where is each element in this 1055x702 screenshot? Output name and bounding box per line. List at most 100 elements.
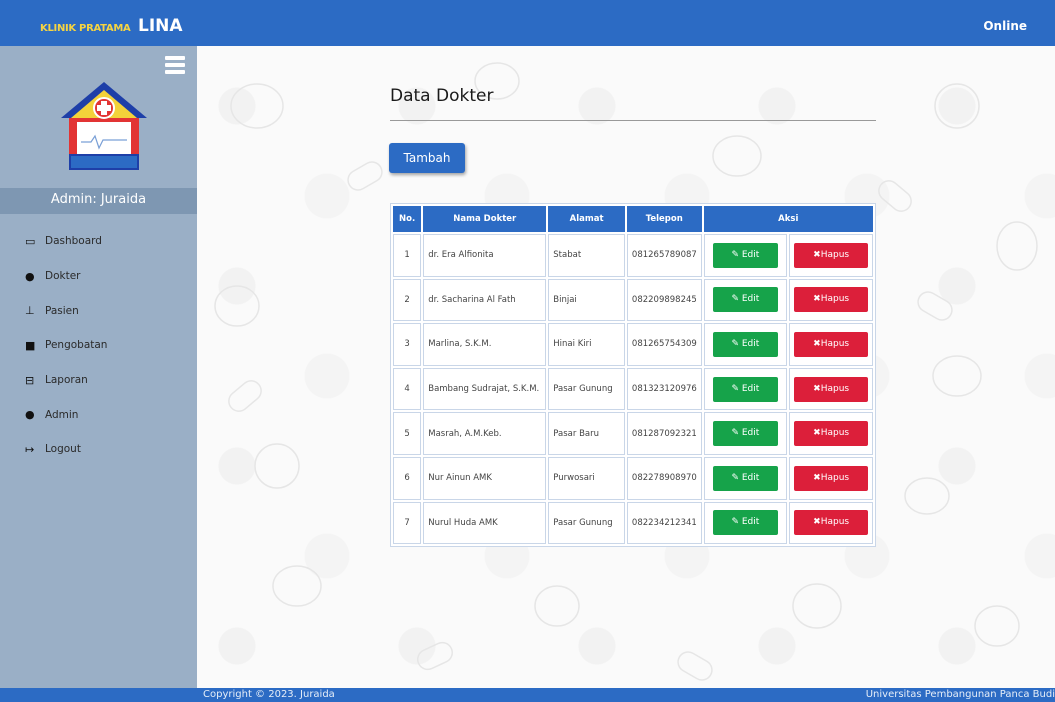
delete-button[interactable]: ✖Hapus: [794, 287, 869, 313]
edit-button[interactable]: ✎ Edit: [712, 510, 778, 536]
close-icon: ✖: [813, 249, 821, 260]
logout-icon: ↦: [25, 442, 35, 456]
medicine-icon: ■: [25, 338, 36, 352]
doctor-phone: 082234212341: [626, 501, 702, 545]
sidebar-item-admin[interactable]: ● Admin: [0, 397, 197, 432]
main-content: Data Dokter Tambah No. Nama Dokter Alama…: [197, 46, 1055, 688]
hamburger-menu-icon[interactable]: [165, 56, 185, 74]
delete-cell: ✖Hapus: [789, 456, 873, 500]
top-navbar: KLINIK PRATAMA LINA Online: [0, 0, 1055, 46]
table-row: 5 Masrah, A.M.Keb. Pasar Baru 0812870923…: [393, 412, 873, 455]
doctor-name: dr. Sacharina Al Fath: [423, 278, 547, 322]
doctor-address: Purwosari: [548, 456, 625, 500]
edit-icon: ✎: [731, 428, 742, 439]
row-number: 2: [393, 278, 422, 322]
edit-button[interactable]: ✎ Edit: [712, 287, 778, 313]
sidebar-footer: [0, 688, 197, 702]
close-icon: ✖: [813, 517, 821, 528]
copyright-text: Copyright © 2023. Juraida: [203, 689, 335, 700]
add-doctor-button[interactable]: Tambah: [389, 143, 465, 173]
edit-label: Edit: [741, 472, 760, 483]
delete-cell: ✖Hapus: [789, 412, 873, 455]
delete-button[interactable]: ✖Hapus: [794, 421, 869, 447]
edit-cell: ✎ Edit: [703, 412, 788, 455]
delete-cell: ✖Hapus: [789, 501, 873, 545]
doctor-name: Bambang Sudrajat, S.K.M.: [423, 367, 547, 411]
sidebar-item-dokter[interactable]: ● Dokter: [0, 259, 197, 294]
edit-button[interactable]: ✎ Edit: [712, 421, 778, 447]
row-number: 7: [393, 501, 422, 545]
sidebar-item-dashboard[interactable]: ▭ Dashboard: [0, 224, 197, 259]
edit-label: Edit: [741, 249, 760, 260]
row-number: 5: [393, 412, 422, 455]
user-icon: ●: [25, 408, 35, 422]
table-header-row: No. Nama Dokter Alamat Telepon Aksi: [393, 206, 873, 232]
footer: Copyright © 2023. Juraida Universitas Pe…: [197, 688, 1055, 702]
delete-button[interactable]: ✖Hapus: [794, 376, 869, 402]
edit-button[interactable]: ✎ Edit: [712, 242, 778, 268]
sidebar-item-laporan[interactable]: ⊟ Laporan: [0, 363, 197, 398]
edit-button[interactable]: ✎ Edit: [712, 465, 778, 491]
edit-icon: ✎: [731, 338, 742, 349]
delete-cell: ✖Hapus: [789, 234, 873, 277]
delete-cell: ✖Hapus: [789, 323, 873, 366]
table-row: 3 Marlina, S.K.M. Hinai Kiri 08126575430…: [393, 323, 873, 366]
edit-cell: ✎ Edit: [703, 234, 788, 277]
doctor-name: Marlina, S.K.M.: [423, 323, 547, 366]
column-header-aksi: Aksi: [703, 206, 873, 232]
table-row: 7 Nurul Huda AMK Pasar Gunung 0822342123…: [393, 501, 873, 545]
page-title: Data Dokter: [390, 86, 494, 106]
sidebar-item-logout[interactable]: ↦ Logout: [0, 432, 197, 467]
brand-small-text: KLINIK PRATAMA: [40, 23, 131, 34]
sidebar-item-pengobatan[interactable]: ■ Pengobatan: [0, 328, 197, 363]
delete-button[interactable]: ✖Hapus: [794, 510, 869, 536]
edit-label: Edit: [741, 428, 760, 439]
edit-label: Edit: [741, 383, 760, 394]
edit-cell: ✎ Edit: [703, 278, 788, 322]
admin-label: Admin: Juraida: [0, 188, 197, 214]
row-number: 3: [393, 323, 422, 366]
column-header-nama: Nama Dokter: [423, 206, 547, 232]
brand-logo[interactable]: KLINIK PRATAMA LINA: [40, 16, 183, 36]
delete-button[interactable]: ✖Hapus: [794, 242, 869, 268]
delete-button[interactable]: ✖Hapus: [794, 331, 869, 357]
doctor-address: Pasar Baru: [548, 412, 625, 455]
doctor-phone: 081323120976: [626, 367, 702, 411]
delete-label: Hapus: [820, 249, 850, 260]
edit-icon: ✎: [731, 383, 742, 394]
table-row: 1 dr. Era Alfionita Stabat 081265789087 …: [393, 234, 873, 277]
close-icon: ✖: [813, 428, 821, 439]
edit-cell: ✎ Edit: [703, 323, 788, 366]
close-icon: ✖: [813, 338, 821, 349]
edit-icon: ✎: [731, 472, 742, 483]
sidebar-menu: ▭ Dashboard ● Dokter ⊥ Pasien ■ Pengobatan ⊟…: [0, 224, 197, 467]
sidebar-item-label: Pengobatan: [45, 339, 108, 352]
close-icon: ✖: [813, 472, 821, 483]
delete-button[interactable]: ✖Hapus: [794, 465, 869, 491]
edit-cell: ✎ Edit: [703, 501, 788, 545]
sidebar-item-label: Logout: [45, 443, 81, 456]
edit-icon: ✎: [731, 517, 742, 528]
doctor-name: Masrah, A.M.Keb.: [423, 412, 547, 455]
row-number: 4: [393, 367, 422, 411]
edit-button[interactable]: ✎ Edit: [712, 376, 778, 402]
sidebar-item-label: Admin: [45, 408, 79, 421]
row-number: 1: [393, 234, 422, 277]
doctor-phone: 082209898245: [626, 278, 702, 322]
column-header-alamat: Alamat: [548, 206, 625, 232]
doctor-address: Hinai Kiri: [548, 323, 625, 366]
edit-button[interactable]: ✎ Edit: [712, 331, 778, 357]
desktop-icon: ▭: [25, 234, 36, 248]
table-row: 4 Bambang Sudrajat, S.K.M. Pasar Gunung …: [393, 367, 873, 411]
sidebar-item-pasien[interactable]: ⊥ Pasien: [0, 293, 197, 328]
doctor-address: Binjai: [548, 278, 625, 322]
delete-label: Hapus: [820, 338, 850, 349]
sidebar-item-label: Dokter: [45, 270, 81, 283]
report-icon: ⊟: [25, 373, 35, 387]
doctor-phone: 081265789087: [626, 234, 702, 277]
table-row: 6 Nur Ainun AMK Purwosari 082278908970 ✎…: [393, 456, 873, 500]
edit-label: Edit: [741, 517, 760, 528]
brand-big-text: LINA: [138, 16, 183, 36]
delete-cell: ✖Hapus: [789, 367, 873, 411]
edit-cell: ✎ Edit: [703, 456, 788, 500]
